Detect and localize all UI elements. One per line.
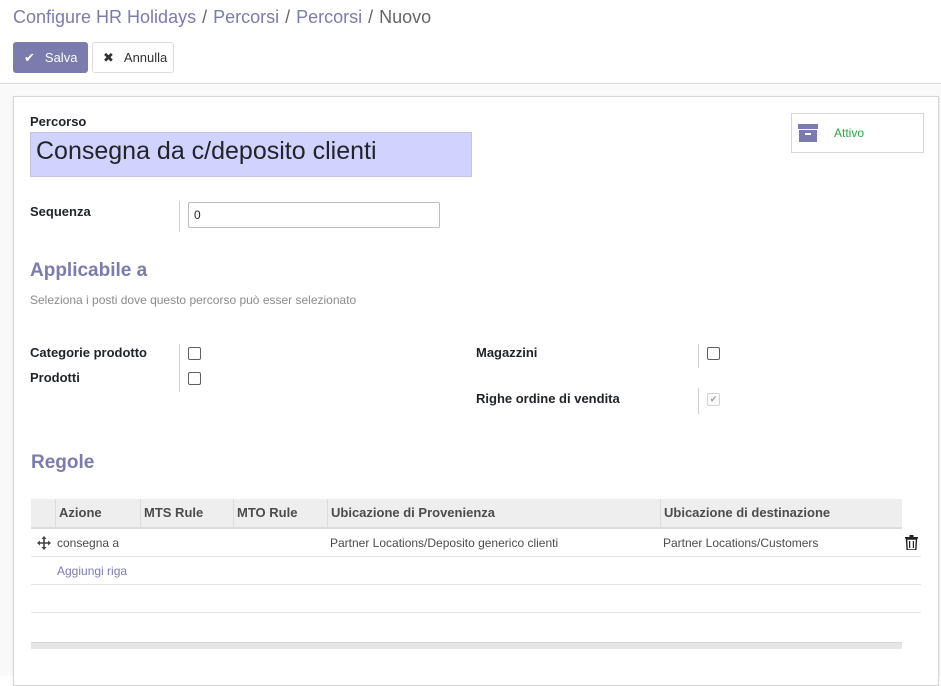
products-checkbox[interactable] [188,372,201,385]
discard-button-label: Annulla [123,50,168,65]
column-header-destination-location[interactable]: Ubicazione di destinazione [660,499,902,527]
check-icon: ✔ [24,49,35,65]
breadcrumb-item-configure[interactable]: Configure HR Holidays [13,7,196,27]
discard-button[interactable]: ✖ Annulla [92,42,174,73]
warehouses-checkbox[interactable] [707,347,720,360]
warehouses-label: Magazzini [476,345,538,360]
breadcrumb-current: Nuovo [379,7,432,27]
column-header-mto-rule[interactable]: MTO Rule [233,499,327,527]
field-divider [179,201,180,232]
breadcrumb-separator: / [202,7,208,27]
drag-handle-icon[interactable] [37,536,51,550]
sequence-label: Sequenza [30,204,91,219]
sale-lines-label: Righe ordine di vendita [476,391,620,406]
archive-icon [798,124,818,142]
breadcrumb-item-routes-list[interactable]: Percorsi [296,7,362,27]
table-row[interactable]: consegna a Partner Locations/Deposito ge… [31,529,921,557]
breadcrumb-separator: / [285,7,291,27]
row-action-cell: consegna a [57,536,120,550]
column-header-action[interactable]: Azione [55,499,140,527]
active-toggle-label: Attivo [834,126,865,140]
active-toggle-button[interactable]: Attivo [791,113,924,153]
route-name-label: Percorso [30,114,87,129]
products-label: Prodotti [30,370,80,385]
rules-table-header: Azione MTS Rule MTO Rule Ubicazione di P… [31,499,902,529]
field-divider [179,344,180,392]
trash-icon[interactable] [905,535,918,550]
sale-lines-checkbox: ✔ [707,393,720,406]
add-line-row: Aggiungi riga [31,557,921,585]
sequence-input[interactable]: 0 [188,202,440,228]
control-panel: Configure HR Holidays / Percorsi / Percorsi /… [0,0,941,84]
field-divider [698,344,699,368]
row-source-cell: Partner Locations/Deposito generico clie… [330,536,559,550]
rules-section-title: Regole [31,452,95,473]
route-name-input[interactable]: Consegna da c/deposito clienti [30,132,472,177]
breadcrumb-item-routes[interactable]: Percorsi [213,7,279,27]
close-icon: ✖ [103,49,114,65]
empty-row [31,585,921,613]
field-divider [698,388,699,414]
form-sheet: Attivo Percorso Consegna da c/deposito c… [13,96,939,686]
save-button[interactable]: ✔ Salva [13,42,88,73]
applicable-section-title: Applicabile a [30,260,148,281]
add-line-link[interactable]: Aggiungi riga [57,564,127,578]
breadcrumb: Configure HR Holidays / Percorsi / Percorsi /… [13,7,431,28]
applicable-help-text: Seleziona i posti dove questo percorso p… [30,293,357,307]
row-destination-cell: Partner Locations/Customers [663,536,819,550]
save-button-label: Salva [44,50,78,65]
product-categories-label: Categorie prodotto [30,345,147,360]
column-header-mts-rule[interactable]: MTS Rule [140,499,233,527]
breadcrumb-separator: / [368,7,374,27]
product-categories-checkbox[interactable] [188,347,201,360]
column-header-source-location[interactable]: Ubicazione di Provenienza [327,499,660,527]
horizontal-scrollbar[interactable] [31,642,902,649]
